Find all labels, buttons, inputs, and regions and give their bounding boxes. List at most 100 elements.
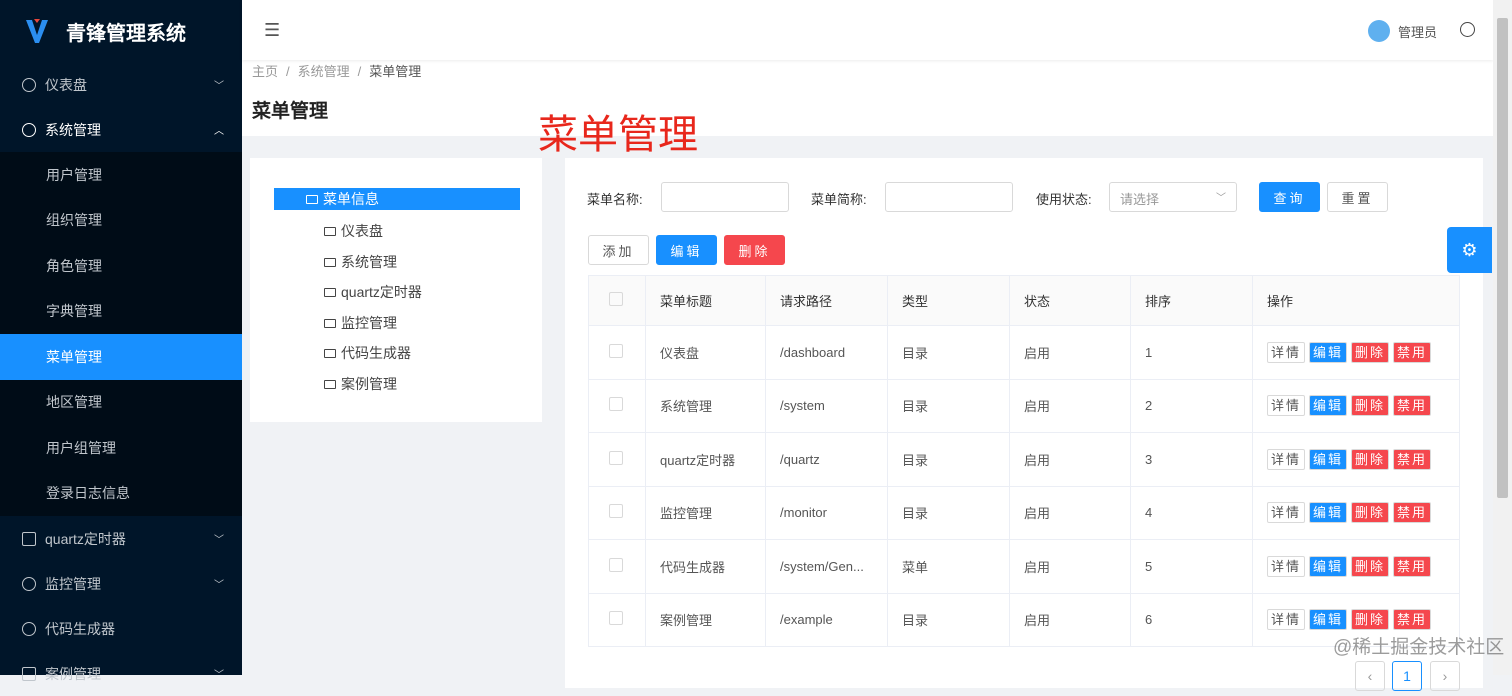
dashboard-icon [22,122,36,137]
menu-label: 监控管理 [45,575,101,592]
row-checkbox[interactable] [609,343,623,358]
row-checkbox[interactable] [609,504,623,519]
language-globe-icon[interactable] [1460,22,1475,37]
row-delete-button[interactable]: 删除 [1351,502,1390,524]
disable-button[interactable]: 禁用 [1393,341,1432,363]
sidebar-item-codegen[interactable]: 代码生成器 [0,606,242,651]
row-delete-button[interactable]: 删除 [1351,555,1390,577]
edit-button[interactable]: 编辑 [656,235,717,265]
menu-label: quartz定时器 [45,530,126,547]
detail-button[interactable]: 详情 [1267,609,1306,631]
tree-node[interactable]: 监控管理 [324,313,397,333]
delete-button[interactable]: 删除 [724,235,785,265]
menu-name-input[interactable] [661,182,789,212]
folder-icon [324,287,336,297]
row-checkbox[interactable] [609,450,623,465]
prev-page-button[interactable]: ‹ [1355,661,1385,691]
row-checkbox[interactable] [609,557,623,572]
row-checkbox[interactable] [609,397,623,412]
detail-button[interactable]: 详情 [1267,448,1306,470]
detail-button[interactable]: 详情 [1267,395,1306,417]
sidebar-item-areas[interactable]: 地区管理 [0,380,242,426]
sidebar-item-quartz[interactable]: quartz定时器 ﹀ [0,516,242,561]
chevron-down-icon: ﹀ [214,81,224,92]
row-edit-button[interactable]: 编辑 [1309,609,1348,631]
cell-type: 目录 [887,485,1010,540]
folder-icon [324,257,336,267]
watermark: @稀土掘金技术社区 [1333,637,1505,658]
cell-sort: 1 [1130,325,1253,380]
scrollbar[interactable] [1493,0,1512,675]
menu-label: 菜单管理 [46,348,102,365]
row-checkbox[interactable] [609,611,623,626]
row-delete-button[interactable]: 删除 [1351,448,1390,470]
disable-button[interactable]: 禁用 [1393,448,1432,470]
detail-button[interactable]: 详情 [1267,555,1306,577]
sidebar-item-loginlog[interactable]: 登录日志信息 [0,471,242,517]
sidebar-item-system[interactable]: 系统管理 ︿ [0,107,242,152]
chevron-down-icon: ﹀ [214,670,224,681]
tree-node-root[interactable]: 菜单信息 [274,188,520,210]
row-edit-button[interactable]: 编辑 [1309,448,1348,470]
disable-button[interactable]: 禁用 [1393,395,1432,417]
sidebar-item-usergroups[interactable]: 用户组管理 [0,425,242,471]
row-edit-button[interactable]: 编辑 [1309,555,1348,577]
query-button[interactable]: 查询 [1259,182,1320,212]
menu-short-name-input[interactable] [885,182,1013,212]
page-header [242,60,1493,136]
detail-button[interactable]: 详情 [1267,502,1306,524]
row-delete-button[interactable]: 删除 [1351,341,1390,363]
status-label: 使用状态: [1036,192,1092,207]
row-edit-button[interactable]: 编辑 [1309,341,1348,363]
folder-icon [324,318,336,328]
sidebar-item-dict[interactable]: 字典管理 [0,289,242,335]
detail-button[interactable]: 详情 [1267,341,1306,363]
row-delete-button[interactable]: 删除 [1351,609,1390,631]
video-icon [22,531,36,546]
tree-node[interactable]: 代码生成器 [324,343,411,363]
scrollbar-thumb[interactable] [1497,18,1508,498]
sidebar-item-menus[interactable]: 菜单管理 [0,334,242,380]
status-select[interactable]: 请选择 ﹀ [1109,182,1237,212]
sidebar-item-monitor[interactable]: 监控管理 ﹀ [0,561,242,606]
sidebar-item-dashboard[interactable]: 仪表盘 ﹀ [0,62,242,107]
reset-button[interactable]: 重置 [1327,182,1388,212]
sidebar-item-users[interactable]: 用户管理 [0,152,242,198]
menu-label: 组织管理 [46,212,102,229]
tree-node[interactable]: 案例管理 [324,374,397,394]
cell-actions: 详情 编辑 删除 禁用 [1252,325,1460,380]
sidebar-item-roles[interactable]: 角色管理 [0,243,242,289]
disable-button[interactable]: 禁用 [1393,609,1432,631]
menu-label: 登录日志信息 [46,485,130,502]
tree-node[interactable]: 系统管理 [324,252,397,272]
breadcrumb-system[interactable]: 系统管理 [298,64,350,79]
tree-node[interactable]: 仪表盘 [324,221,383,241]
cell-title: 系统管理 [645,378,766,433]
next-page-button[interactable]: › [1430,661,1460,691]
sidebar-item-examples[interactable]: 案例管理 ﹀ [0,651,242,696]
select-all-checkbox[interactable] [609,292,623,306]
add-button[interactable]: 添加 [588,235,649,265]
settings-gear-icon[interactable]: ⚙ [1447,227,1492,273]
cell-actions: 详情 编辑 删除 禁用 [1252,539,1460,594]
row-edit-button[interactable]: 编辑 [1309,502,1348,524]
sidebar-item-orgs[interactable]: 组织管理 [0,198,242,244]
tree-label: 系统管理 [341,254,397,270]
chevron-down-icon: ﹀ [214,580,224,591]
disable-button[interactable]: 禁用 [1393,502,1432,524]
user-menu[interactable]: 管理员 [1367,20,1437,42]
menu-fold-icon[interactable]: ☰ [264,20,280,41]
cell-actions: 详情 编辑 删除 禁用 [1252,378,1460,433]
breadcrumb: 主页 / 系统管理 / 菜单管理 [252,64,422,79]
row-edit-button[interactable]: 编辑 [1309,395,1348,417]
tree-node[interactable]: quartz定时器 [324,282,422,302]
menu-label: 角色管理 [46,257,102,274]
page-1-button[interactable]: 1 [1392,661,1422,691]
breadcrumb-home[interactable]: 主页 [252,64,278,79]
row-delete-button[interactable]: 删除 [1351,395,1390,417]
menu-table: 菜单标题 请求路径 类型 状态 排序 操作 仪表盘 /dashboard 目录 … [588,275,1460,647]
cell-title: 仪表盘 [645,325,766,380]
tree-label: 菜单信息 [323,191,379,207]
disable-button[interactable]: 禁用 [1393,555,1432,577]
logo-icon [26,19,48,43]
